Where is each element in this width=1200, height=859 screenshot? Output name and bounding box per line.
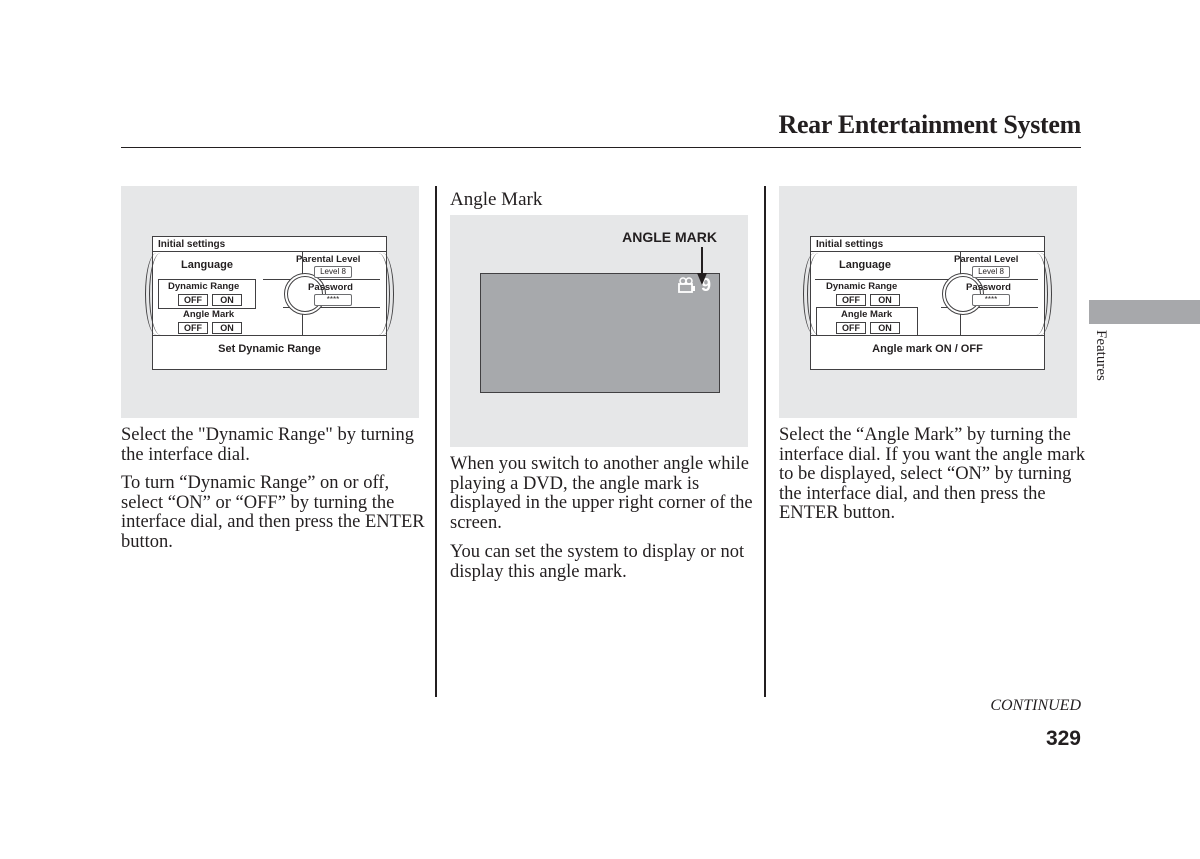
column-divider (435, 186, 437, 697)
menu-item-parental-level[interactable]: Parental Level (954, 254, 1018, 265)
side-tab-marker (1089, 300, 1200, 324)
paragraph: Select the "Dynamic Range" by turning th… (121, 425, 415, 465)
menu-item-dynamic-range[interactable]: Dynamic Range (826, 281, 897, 292)
divider (811, 251, 1044, 252)
settings-panel: Initial settings Language Parental Level… (145, 236, 394, 370)
callout-arrow-head (697, 273, 707, 285)
menu-item-language[interactable]: Language (839, 259, 891, 271)
password-value: **** (972, 294, 1010, 306)
off-button[interactable]: OFF (178, 294, 208, 306)
panel-title: Initial settings (816, 239, 884, 250)
panel-title: Initial settings (158, 239, 226, 250)
divider (153, 335, 386, 336)
divider (263, 279, 380, 280)
paragraph: To turn “Dynamic Range” on or off, selec… (121, 473, 425, 552)
menu-item-language[interactable]: Language (181, 259, 233, 271)
panel-footer: Set Dynamic Range (218, 343, 321, 355)
figure-angle-mark-settings: Initial settings Language Parental Level… (779, 186, 1077, 418)
menu-item-dynamic-range[interactable]: Dynamic Range (168, 281, 239, 292)
side-tab-label: Features (1093, 330, 1109, 381)
figure-angle-mark: ANGLE MARK 9 (450, 215, 748, 447)
menu-item-parental-level[interactable]: Parental Level (296, 254, 360, 265)
divider (815, 279, 935, 280)
menu-item-password[interactable]: Password (308, 282, 353, 293)
on-button[interactable]: ON (212, 322, 242, 334)
divider (153, 251, 386, 252)
page-number: 329 (1045, 727, 1081, 750)
on-button[interactable]: ON (870, 294, 900, 306)
column-divider (764, 186, 766, 697)
menu-item-password[interactable]: Password (966, 282, 1011, 293)
on-button[interactable]: ON (870, 322, 900, 334)
on-button[interactable]: ON (212, 294, 242, 306)
paragraph: Select the “Angle Mark” by turning the i… (779, 425, 1086, 524)
camera-angle-icon (678, 277, 695, 293)
figure-dynamic-range: Initial settings Language Parental Level… (121, 186, 419, 418)
off-button[interactable]: OFF (178, 322, 208, 334)
continued-label: CONTINUED (990, 697, 1081, 714)
header-rule (121, 147, 1081, 148)
arc-decoration (1025, 253, 1048, 335)
menu-item-angle-mark[interactable]: Angle Mark (841, 309, 892, 320)
page-header-title: Rear Entertainment System (778, 110, 1081, 139)
divider (921, 279, 1038, 280)
callout-label: ANGLE MARK (622, 229, 717, 245)
off-button[interactable]: OFF (836, 322, 866, 334)
arc-decoration (367, 253, 390, 335)
off-button[interactable]: OFF (836, 294, 866, 306)
menu-item-angle-mark[interactable]: Angle Mark (183, 309, 234, 320)
parental-level-value: Level 8 (314, 266, 352, 278)
parental-level-value: Level 8 (972, 266, 1010, 278)
password-value: **** (314, 294, 352, 306)
paragraph: When you switch to another angle while p… (450, 454, 753, 533)
settings-panel: Initial settings Language Parental Level… (803, 236, 1052, 370)
section-title-angle-mark: Angle Mark (450, 189, 543, 210)
panel-footer: Angle mark ON / OFF (872, 343, 983, 355)
paragraph: You can set the system to display or not… (450, 542, 745, 582)
